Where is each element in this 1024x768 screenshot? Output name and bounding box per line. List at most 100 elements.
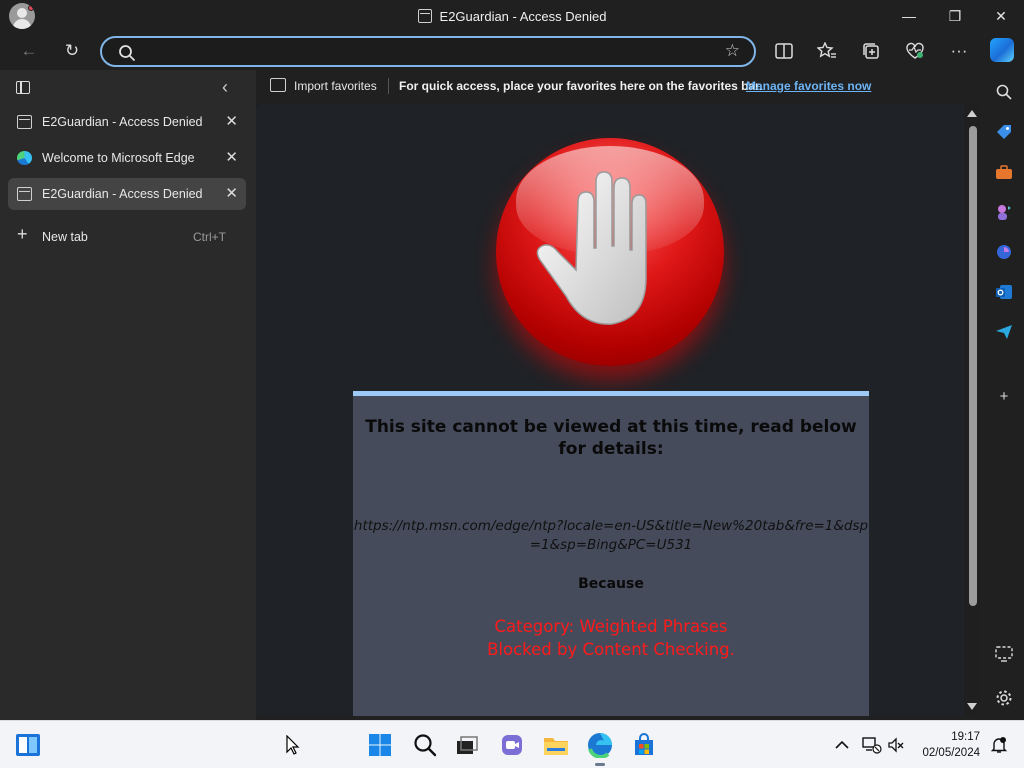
page-icon <box>17 187 32 201</box>
network-disconnected-icon <box>862 737 882 754</box>
vertical-tabs-pane: ‹ E2Guardian - Access Denied ✕ Welcome t… <box>0 70 256 720</box>
block-reason-category: Category: Weighted Phrases <box>494 617 728 636</box>
file-explorer-button[interactable] <box>542 731 570 759</box>
volume-muted-button[interactable] <box>882 731 910 759</box>
page-content: This site cannot be viewed at this time,… <box>256 104 964 716</box>
close-tab-icon[interactable]: ✕ <box>225 148 238 166</box>
collections-icon <box>863 43 879 59</box>
page-icon <box>17 115 32 129</box>
refresh-button[interactable]: ↻ <box>57 36 87 66</box>
edge-icon <box>588 733 612 758</box>
close-window-button[interactable]: ✕ <box>978 0 1024 32</box>
import-favorites-button[interactable]: Import favorites <box>294 79 377 93</box>
access-denied-panel: This site cannot be viewed at this time,… <box>353 391 869 716</box>
heart-pulse-icon <box>906 42 924 59</box>
settings-and-more-button[interactable]: ··· <box>944 36 974 66</box>
widgets-button[interactable] <box>14 731 42 759</box>
profile-avatar[interactable] <box>9 3 35 29</box>
search-icon <box>119 45 135 61</box>
sidebar-games-button[interactable] <box>992 200 1016 224</box>
search-icon <box>996 84 1012 100</box>
sidebar-search-button[interactable] <box>992 80 1016 104</box>
tab-welcome-edge[interactable]: Welcome to Microsoft Edge ✕ <box>8 142 246 174</box>
folder-icon <box>544 738 568 755</box>
close-tab-icon[interactable]: ✕ <box>225 112 238 130</box>
system-clock[interactable]: 19:17 02/05/2024 <box>918 729 980 761</box>
back-button[interactable]: ← <box>14 36 44 66</box>
sidebar-copilot-button[interactable] <box>992 240 1016 264</box>
scroll-down-arrow-icon[interactable] <box>967 703 977 710</box>
store-bag-icon <box>635 733 653 755</box>
browser-essentials-button[interactable] <box>900 36 930 66</box>
new-tab-button[interactable]: + New tab Ctrl+T <box>8 224 246 250</box>
clock-date: 02/05/2024 <box>922 747 980 759</box>
microsoft-store-button[interactable] <box>630 731 658 759</box>
tab-actions-icon[interactable] <box>16 81 30 94</box>
favorites-button[interactable] <box>812 36 842 66</box>
tab-e2guardian-1[interactable]: E2Guardian - Access Denied ✕ <box>8 106 246 138</box>
collections-button[interactable] <box>856 36 886 66</box>
scroll-up-arrow-icon[interactable] <box>967 110 977 117</box>
sidebar-shopping-button[interactable] <box>992 120 1016 144</box>
favorites-bar: Import favorites For quick access, place… <box>256 70 984 102</box>
title-bar: E2Guardian - Access Denied — ❐ ✕ <box>0 0 1024 32</box>
clock-time: 19:17 <box>951 731 980 743</box>
import-favorites-icon <box>270 78 286 92</box>
restore-button[interactable]: ❐ <box>932 0 978 32</box>
show-hidden-icons-button[interactable] <box>828 731 856 759</box>
tab-label: E2Guardian - Access Denied <box>42 115 203 129</box>
tabs-pane-header: ‹ <box>0 70 256 106</box>
blocked-url: https://ntp.msn.com/edge/ntp?locale=en-U… <box>353 518 869 553</box>
page-icon <box>417 9 432 23</box>
chevron-up-icon <box>835 740 849 749</box>
task-view-icon <box>457 736 478 754</box>
teams-chat-button[interactable] <box>498 731 526 759</box>
sidebar-add-button[interactable]: + <box>992 384 1016 408</box>
favorites-bar-divider <box>388 78 389 94</box>
copilot-icon[interactable] <box>990 38 1014 62</box>
block-reason: Category: Weighted Phrases Blocked by Co… <box>353 615 869 661</box>
taskbar-search-button[interactable] <box>411 731 439 759</box>
hide-sidebar-button[interactable] <box>992 642 1016 666</box>
task-view-button[interactable] <box>453 731 481 759</box>
collapse-pane-button[interactable]: ‹ <box>222 77 238 97</box>
sidebar-drop-button[interactable] <box>992 320 1016 344</box>
address-input[interactable] <box>140 41 720 63</box>
split-screen-icon <box>775 43 793 59</box>
notification-bell-icon <box>990 737 1008 753</box>
address-bar[interactable]: ☆ <box>100 36 756 67</box>
edge-taskbar-button[interactable] <box>586 731 614 766</box>
outlook-icon <box>996 285 1012 299</box>
browser-toolbar: ← ↻ ☆ ··· <box>0 32 1024 70</box>
chat-camera-icon <box>502 735 522 755</box>
hand-icon <box>536 171 647 325</box>
tab-e2guardian-active[interactable]: E2Guardian - Access Denied ✕ <box>8 178 246 210</box>
toolbox-icon <box>996 165 1012 179</box>
games-icon <box>998 205 1011 220</box>
copilot-swirl-icon <box>997 245 1011 259</box>
split-screen-button[interactable] <box>769 36 799 66</box>
sidebar-outlook-button[interactable] <box>992 280 1016 304</box>
tab-label: E2Guardian - Access Denied <box>42 187 203 201</box>
add-favorite-star-icon[interactable]: ☆ <box>725 41 740 61</box>
new-tab-shortcut: Ctrl+T <box>193 230 226 244</box>
notifications-button[interactable] <box>985 731 1013 759</box>
scroll-thumb[interactable] <box>969 126 977 606</box>
because-label: Because <box>578 576 644 592</box>
sidebar-tools-button[interactable] <box>992 160 1016 184</box>
start-button[interactable] <box>366 731 394 759</box>
close-tab-icon[interactable]: ✕ <box>225 184 238 202</box>
screen-capture-icon <box>995 646 1013 662</box>
page-scrollbar[interactable] <box>964 104 980 716</box>
minimize-button[interactable]: — <box>886 0 932 32</box>
cursor-arrow-icon <box>286 735 300 755</box>
sidebar-settings-button[interactable] <box>992 686 1016 710</box>
widgets-icon <box>16 734 40 756</box>
manage-favorites-link[interactable]: Manage favorites now <box>746 79 871 93</box>
edge-icon <box>17 151 32 165</box>
search-icon <box>414 734 437 757</box>
tab-label: Welcome to Microsoft Edge <box>42 151 195 165</box>
plus-icon: + <box>17 224 28 244</box>
edge-sidebar: + <box>984 70 1024 720</box>
avatar-head <box>17 8 27 18</box>
